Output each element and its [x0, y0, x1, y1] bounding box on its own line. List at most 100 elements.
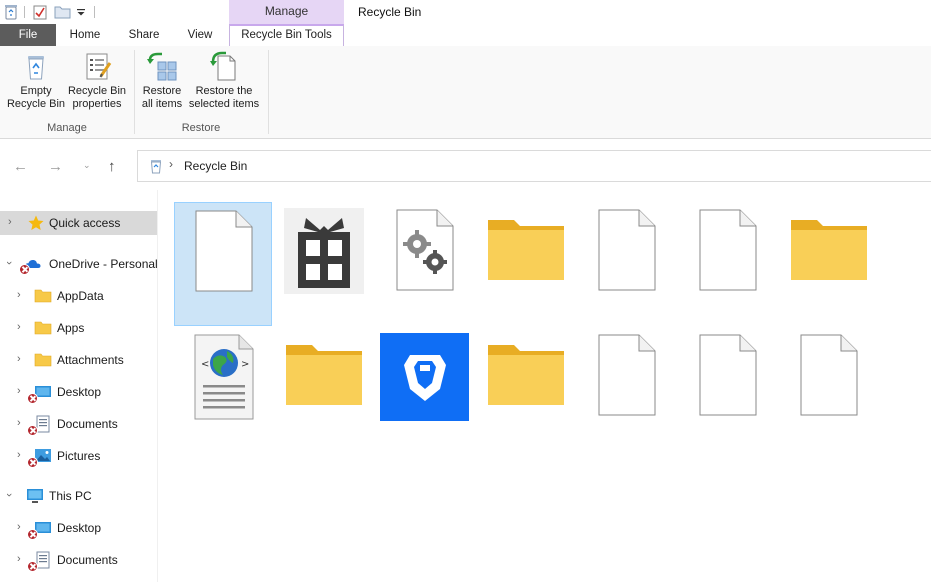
sync-error-icon [19, 264, 30, 275]
restore-all-label-2: all items [141, 98, 183, 110]
sidebar-item-onedrive[interactable]: › OneDrive - Personal [0, 252, 158, 276]
expand-chevron-icon[interactable]: › [8, 216, 12, 228]
recycled-item-blank-file[interactable] [780, 327, 878, 451]
ribbon-tabs: File Home Share View Recycle Bin Tools [0, 24, 931, 70]
sidebar-item-pc-documents[interactable]: › Documents [0, 548, 157, 572]
window-title: Recycle Bin [358, 5, 422, 19]
sidebar-item-label: Documents [57, 553, 118, 567]
recycle-bin-icon [28, 56, 44, 80]
sidebar-item-desktop[interactable]: › Desktop [0, 380, 157, 404]
title-bar: Manage Recycle Bin [0, 0, 931, 24]
restore-selected-items-button[interactable]: Restore the selected items [186, 50, 262, 111]
tab-file[interactable]: File [0, 24, 56, 46]
restore-all-items-button[interactable]: Restore all items [138, 50, 186, 111]
explorer-window: Manage Recycle Bin File Home Share View … [0, 0, 931, 582]
sidebar-item-label: This PC [49, 489, 92, 503]
expand-chevron-icon[interactable]: › [17, 289, 21, 301]
blank-file-icon [800, 334, 858, 416]
recycled-item-folder[interactable] [780, 202, 878, 326]
sidebar-item-quick-access[interactable]: › Quick access [0, 211, 157, 235]
sync-error-icon [27, 393, 38, 404]
navigation-pane: › Quick access › OneDrive - Personal › A… [0, 190, 160, 582]
sidebar-item-documents[interactable]: › Documents [0, 412, 157, 436]
restore-all-label-1: Restore [142, 85, 182, 97]
recycle-bin-properties-button[interactable]: Recycle Bin properties [66, 50, 128, 111]
recycled-item-blank-file[interactable] [679, 202, 777, 326]
expand-chevron-icon[interactable]: › [17, 321, 21, 333]
sidebar-item-this-pc[interactable]: › This PC [0, 484, 157, 508]
sidebar-item-pc-desktop[interactable]: › Desktop [0, 516, 157, 540]
folder-icon [286, 345, 362, 405]
breadcrumb-recycle-bin[interactable]: Recycle Bin [184, 159, 247, 173]
manage-group-label: Manage [47, 122, 87, 134]
file-list: < > [160, 190, 931, 582]
sidebar-item-label: AppData [57, 289, 104, 303]
folder-icon [791, 220, 867, 280]
recycled-item-folder[interactable] [477, 202, 575, 326]
forward-arrow-icon[interactable]: → [48, 158, 63, 175]
sync-error-icon [27, 425, 38, 436]
recycle-bin-small-icon [4, 3, 18, 21]
tab-share[interactable]: Share [119, 24, 169, 46]
breadcrumb-chevron-icon[interactable]: › [169, 157, 173, 171]
recycled-item-blank-file[interactable] [679, 327, 777, 451]
svg-text:<: < [201, 359, 209, 370]
up-arrow-icon[interactable]: ↑ [108, 158, 116, 175]
sidebar-item-pictures[interactable]: › Pictures [0, 444, 157, 468]
sync-error-icon [27, 457, 38, 468]
settings-file-icon [396, 209, 454, 291]
collapse-chevron-icon[interactable]: › [3, 261, 15, 265]
sidebar-item-label: Apps [57, 321, 85, 335]
recycled-item-folder[interactable] [477, 327, 575, 451]
address-bar[interactable]: › Recycle Bin [137, 150, 931, 182]
tab-view[interactable]: View [176, 24, 224, 46]
recycled-item-folder[interactable] [275, 327, 373, 451]
expand-chevron-icon[interactable]: › [17, 553, 21, 565]
expand-chevron-icon[interactable]: › [17, 385, 21, 397]
sidebar-item-appdata[interactable]: › AppData [0, 284, 157, 308]
expand-chevron-icon[interactable]: › [17, 521, 21, 533]
recent-locations-chevron-icon[interactable]: ⌄ [83, 160, 91, 171]
tab-recycle-bin-tools[interactable]: Recycle Bin Tools [229, 24, 344, 47]
recycled-item-html-document[interactable]: < > [174, 327, 272, 451]
properties-icon [86, 53, 112, 80]
sidebar-item-attachments[interactable]: › Attachments [0, 348, 157, 372]
tab-home[interactable]: Home [60, 24, 110, 46]
empty-label-1: Empty [20, 85, 52, 97]
pane-divider[interactable] [157, 190, 158, 582]
back-arrow-icon[interactable]: ← [13, 158, 28, 175]
sidebar-item-label: Desktop [57, 385, 102, 399]
blank-file-icon [598, 209, 656, 291]
new-folder-qat-icon[interactable] [54, 3, 71, 21]
collapse-chevron-icon[interactable]: › [3, 493, 15, 497]
svg-text:>: > [241, 359, 249, 370]
folder-icon [488, 345, 564, 405]
recycled-item-blank-file[interactable] [578, 327, 676, 451]
shield-app-icon [380, 333, 469, 421]
blank-file-icon [195, 210, 253, 292]
expand-chevron-icon[interactable]: › [17, 449, 21, 461]
recycled-item-shield-app[interactable] [376, 327, 474, 451]
empty-recycle-bin-button[interactable]: Empty Recycle Bin [4, 50, 68, 111]
blank-file-icon [699, 209, 757, 291]
sidebar-item-label: Documents [57, 417, 118, 431]
html-document-icon: < > [194, 334, 254, 420]
recycle-bin-address-icon [150, 160, 162, 174]
recycled-item-blank-file[interactable] [578, 202, 676, 326]
this-pc-icon [27, 489, 43, 503]
qat-dropdown-icon[interactable] [76, 3, 86, 21]
sidebar-item-label: Desktop [57, 521, 102, 535]
group-separator [268, 50, 269, 134]
properties-qat-icon[interactable] [33, 3, 47, 21]
expand-chevron-icon[interactable]: › [17, 353, 21, 365]
recycled-item-settings-file[interactable] [376, 202, 474, 326]
restore-sel-label-2: selected items [188, 98, 260, 110]
recycled-item-gift-app[interactable] [275, 202, 373, 326]
recycled-item-blank-file[interactable] [174, 202, 272, 326]
sidebar-item-apps[interactable]: › Apps [0, 316, 157, 340]
restore-group-label: Restore [181, 122, 221, 134]
sidebar-item-label: OneDrive - Personal [49, 257, 158, 271]
folder-icon [34, 321, 52, 335]
star-icon [28, 215, 44, 230]
expand-chevron-icon[interactable]: › [17, 417, 21, 429]
